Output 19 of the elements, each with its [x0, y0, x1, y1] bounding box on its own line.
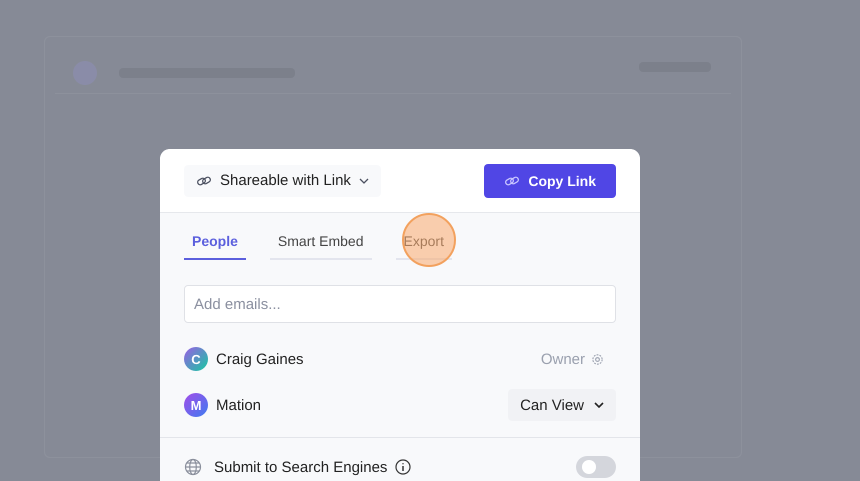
avatar: C	[184, 347, 208, 371]
tab[interactable]: Smart Embed	[270, 229, 372, 260]
toggle-switch[interactable]	[576, 456, 616, 478]
chevron-down-icon	[358, 178, 369, 184]
copy-link-button[interactable]: Copy Link	[484, 164, 616, 198]
person-name: Craig Gaines	[216, 350, 304, 368]
chevron-down-icon	[594, 402, 604, 408]
globe-icon	[184, 458, 202, 476]
setting-label: Submit to Search Engines	[214, 458, 388, 476]
info-icon	[395, 459, 412, 475]
person-name: Mation	[216, 396, 262, 414]
tab[interactable]: People	[184, 229, 246, 260]
email-input-field[interactable]: Add emails...	[184, 285, 616, 323]
settings-icon	[591, 352, 604, 366]
click-highlight	[402, 213, 456, 267]
visibility-dropdown[interactable]: Shareable with Link	[184, 164, 381, 196]
role-label: Owner	[540, 350, 585, 368]
role-dropdown[interactable]: Can View	[508, 389, 616, 421]
avatar: M	[184, 393, 208, 417]
